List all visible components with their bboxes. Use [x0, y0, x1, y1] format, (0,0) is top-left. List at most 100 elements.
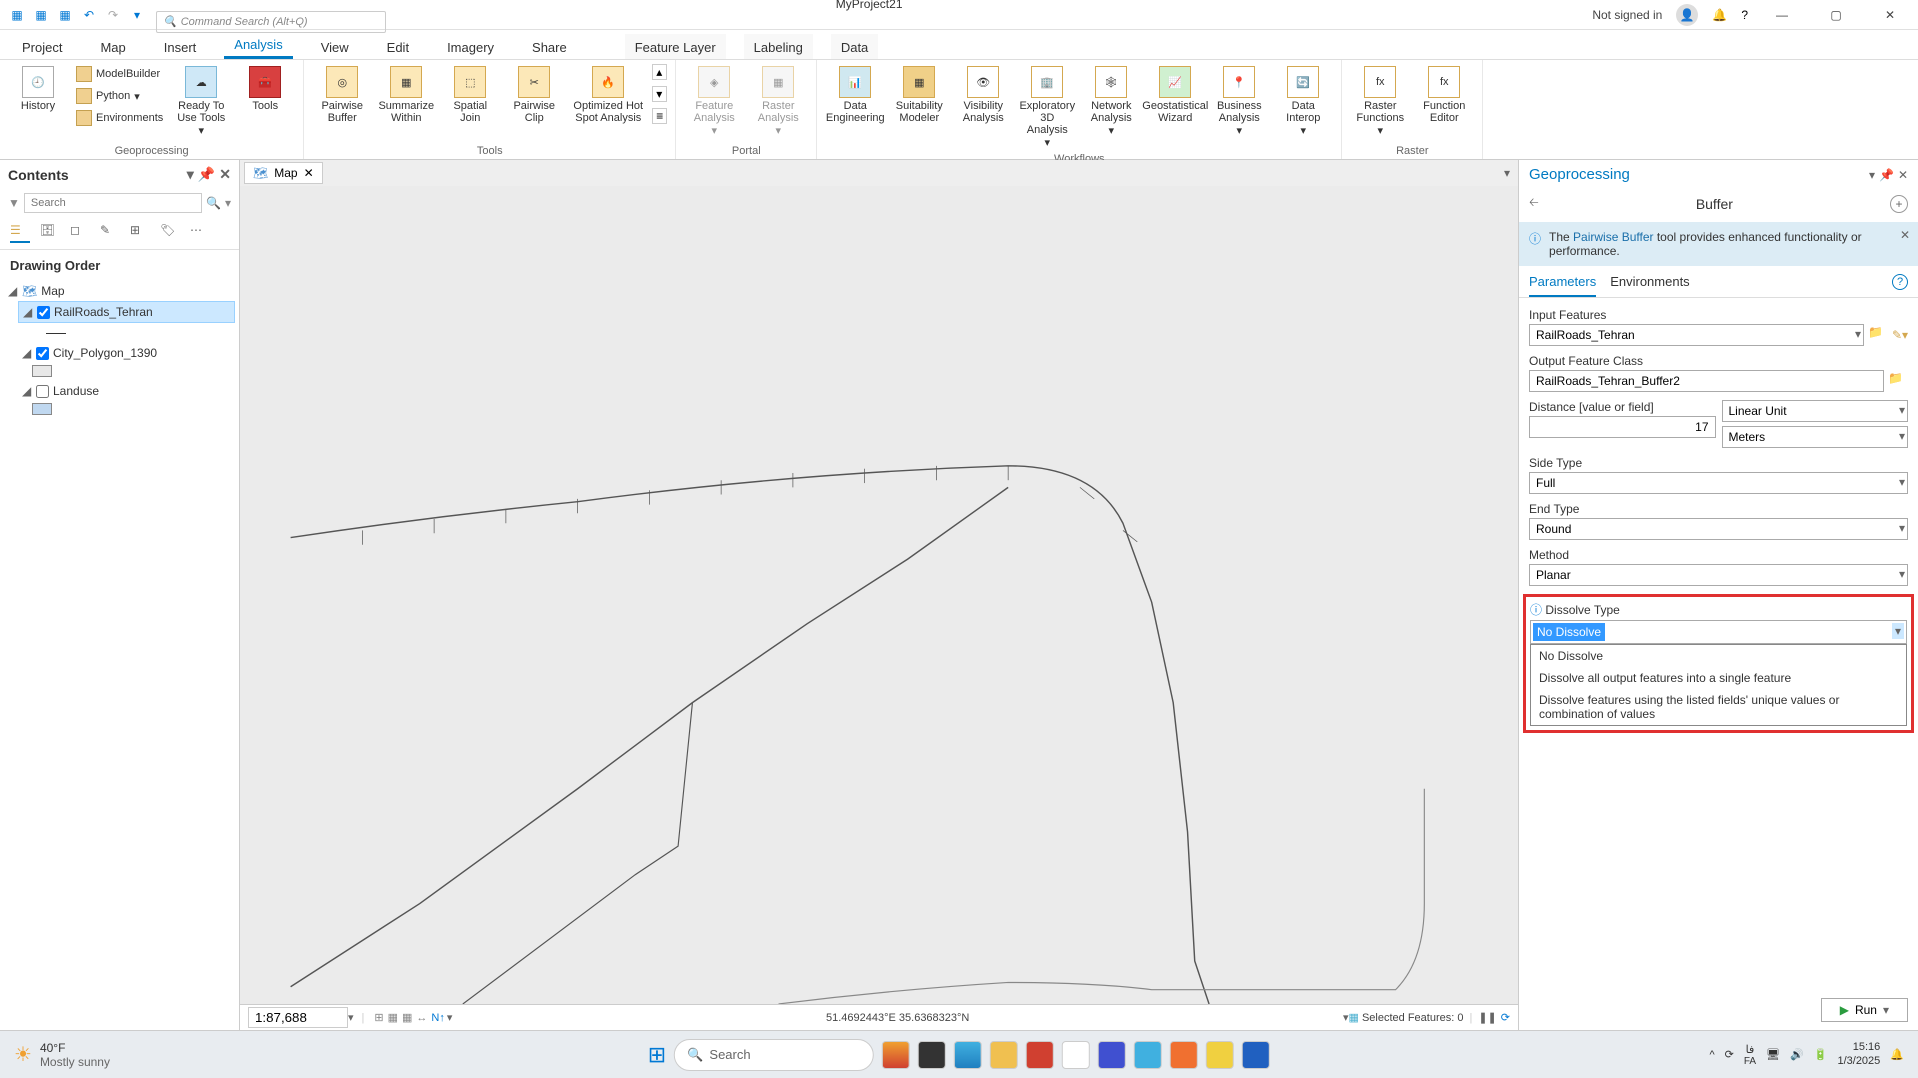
map-tab[interactable]: 🗺 Map ✕	[244, 162, 323, 184]
list-by-selection-icon[interactable]: ◻	[70, 223, 90, 243]
status-icon[interactable]: ▦	[388, 1011, 398, 1024]
taskbar-app[interactable]	[1098, 1041, 1126, 1069]
expand-icon[interactable]: ◢	[22, 384, 32, 398]
dropdown-icon[interactable]: ▾	[1899, 521, 1905, 535]
list-by-drawing-order-icon[interactable]: ☰	[10, 223, 30, 243]
map-scale-input[interactable]	[248, 1007, 348, 1028]
dissolve-option[interactable]: Dissolve all output features into a sing…	[1531, 667, 1906, 689]
taskbar-word[interactable]	[1242, 1041, 1270, 1069]
output-fc-field[interactable]: RailRoads_Tehran_Buffer2	[1529, 370, 1884, 392]
volume-icon[interactable]: 🔊	[1790, 1048, 1804, 1061]
taskbar-search[interactable]: 🔍Search	[674, 1039, 874, 1071]
notifications-icon[interactable]: 🔔	[1712, 8, 1727, 22]
taskbar-app[interactable]	[1026, 1041, 1054, 1069]
expand-icon[interactable]: ◢	[22, 346, 32, 360]
minimize-button[interactable]: —	[1762, 8, 1802, 22]
taskbar-app[interactable]	[1134, 1041, 1162, 1069]
qat-more-icon[interactable]: ▾	[128, 6, 146, 24]
lang-indicator[interactable]: فا	[1744, 1043, 1756, 1056]
filter-icon[interactable]: ▼	[8, 196, 20, 210]
ready-to-use-button[interactable]: ☁ Ready To Use Tools ▾	[171, 64, 231, 139]
taskbar-explorer[interactable]	[990, 1041, 1018, 1069]
new-project-icon[interactable]: ▦	[8, 6, 26, 24]
close-info-icon[interactable]: ✕	[1900, 228, 1910, 242]
signin-label[interactable]: Not signed in	[1592, 8, 1662, 22]
pause-icon[interactable]: ❚❚	[1478, 1011, 1496, 1024]
hotspot-button[interactable]: 🔥Optimized Hot Spot Analysis	[568, 64, 648, 126]
info-icon[interactable]: ⓘ	[1530, 603, 1542, 617]
python-button[interactable]: Python ▾	[72, 86, 167, 106]
expand-icon[interactable]: ◢	[8, 284, 18, 298]
expand-icon[interactable]: ◢	[23, 305, 33, 319]
notifications-icon[interactable]: 🔔	[1890, 1048, 1904, 1061]
contents-search-input[interactable]	[24, 193, 202, 213]
open-project-icon[interactable]: ▦	[32, 6, 50, 24]
map-canvas[interactable]	[240, 186, 1518, 1004]
sync-icon[interactable]: ⟳	[1725, 1048, 1734, 1061]
status-icon[interactable]: ▦	[402, 1011, 412, 1024]
list-by-source-icon[interactable]: 🗄	[40, 223, 60, 243]
toc-map[interactable]: ◢ 🗺 Map	[4, 281, 235, 301]
dropdown-icon[interactable]: ▾	[1892, 623, 1904, 639]
maximize-button[interactable]: ▢	[1816, 8, 1856, 22]
visibility-button[interactable]: 👁Visibility Analysis	[953, 64, 1013, 126]
status-icon[interactable]: ↔	[416, 1012, 427, 1024]
history-button[interactable]: 🕘 History	[8, 64, 68, 114]
save-icon[interactable]: ▦	[56, 6, 74, 24]
taskbar-edge[interactable]	[954, 1041, 982, 1069]
tab-feature-layer[interactable]: Feature Layer	[625, 34, 726, 59]
taskbar-app[interactable]	[1062, 1041, 1090, 1069]
pairwise-clip-button[interactable]: ✂Pairwise Clip	[504, 64, 564, 126]
more-options-icon[interactable]: ⋯	[190, 223, 210, 243]
feature-analysis-button[interactable]: ◈Feature Analysis ▾	[684, 64, 744, 139]
input-features-field[interactable]: RailRoads_Tehran▾	[1529, 324, 1864, 346]
dissolve-option[interactable]: Dissolve features using the listed field…	[1531, 689, 1906, 725]
battery-icon[interactable]: 🔋	[1814, 1048, 1828, 1061]
taskbar-firefox[interactable]	[1170, 1041, 1198, 1069]
weather-widget[interactable]: ☀ 40°F Mostly sunny	[14, 1041, 110, 1069]
distance-value-field[interactable]: 17	[1529, 416, 1716, 438]
panel-options-icon[interactable]: ▾	[187, 166, 194, 183]
toc-layer-landuse[interactable]: ◢ Landuse	[18, 381, 235, 401]
dropdown-icon[interactable]: ▾	[1899, 567, 1905, 581]
status-icon[interactable]: N↑	[431, 1012, 444, 1024]
refresh-icon[interactable]: ⟳	[1501, 1011, 1510, 1024]
command-search[interactable]: 🔍 Command Search (Alt+Q)	[156, 11, 386, 33]
browse-icon[interactable]: 📁	[1868, 325, 1888, 345]
tab-insert[interactable]: Insert	[154, 34, 207, 59]
summarize-within-button[interactable]: ▦Summarize Within	[376, 64, 436, 126]
help-icon[interactable]: ?	[1892, 274, 1908, 290]
run-button[interactable]: ▶Run ▾	[1821, 998, 1908, 1022]
data-interop-button[interactable]: 🔄Data Interop ▾	[1273, 64, 1333, 139]
start-button[interactable]: ⊞	[648, 1042, 666, 1068]
undo-icon[interactable]: ↶	[80, 6, 98, 24]
redo-icon[interactable]: ↷	[104, 6, 122, 24]
tab-data[interactable]: Data	[831, 34, 878, 59]
tab-imagery[interactable]: Imagery	[437, 34, 504, 59]
edit-icon[interactable]: ✎▾	[1892, 328, 1908, 342]
user-avatar-icon[interactable]: 👤	[1676, 4, 1698, 26]
panel-pin-icon[interactable]: 📌	[1879, 168, 1894, 182]
dropdown-icon[interactable]: ▾	[1899, 429, 1905, 443]
tab-project[interactable]: Project	[12, 34, 72, 59]
add-to-favorites-icon[interactable]: +	[1890, 195, 1908, 213]
tools-gallery-up-icon[interactable]: ▴	[652, 64, 667, 80]
tab-analysis[interactable]: Analysis	[224, 31, 292, 59]
network-button[interactable]: 🕸Network Analysis ▾	[1081, 64, 1141, 139]
network-icon[interactable]: 🖥	[1766, 1048, 1780, 1061]
raster-functions-button[interactable]: fxRaster Functions ▾	[1350, 64, 1410, 139]
tab-edit[interactable]: Edit	[377, 34, 419, 59]
exploratory-3d-button[interactable]: 🏢Exploratory 3D Analysis ▾	[1017, 64, 1077, 151]
dropdown-icon[interactable]: ▾	[1899, 475, 1905, 489]
panel-options-icon[interactable]: ▾	[1869, 168, 1875, 182]
tab-parameters[interactable]: Parameters	[1529, 274, 1596, 297]
tab-environments[interactable]: Environments	[1610, 274, 1689, 297]
view-options-icon[interactable]: ▾	[1504, 166, 1518, 180]
browse-icon[interactable]: 📁	[1888, 371, 1908, 391]
tab-labeling[interactable]: Labeling	[744, 34, 813, 59]
geostat-button[interactable]: 📈Geostatistical Wizard	[1145, 64, 1205, 126]
taskbar-app[interactable]	[882, 1041, 910, 1069]
clock[interactable]: 15:16 1/3/2025	[1837, 1041, 1880, 1067]
taskbar-app[interactable]	[1206, 1041, 1234, 1069]
taskbar-app[interactable]	[918, 1041, 946, 1069]
